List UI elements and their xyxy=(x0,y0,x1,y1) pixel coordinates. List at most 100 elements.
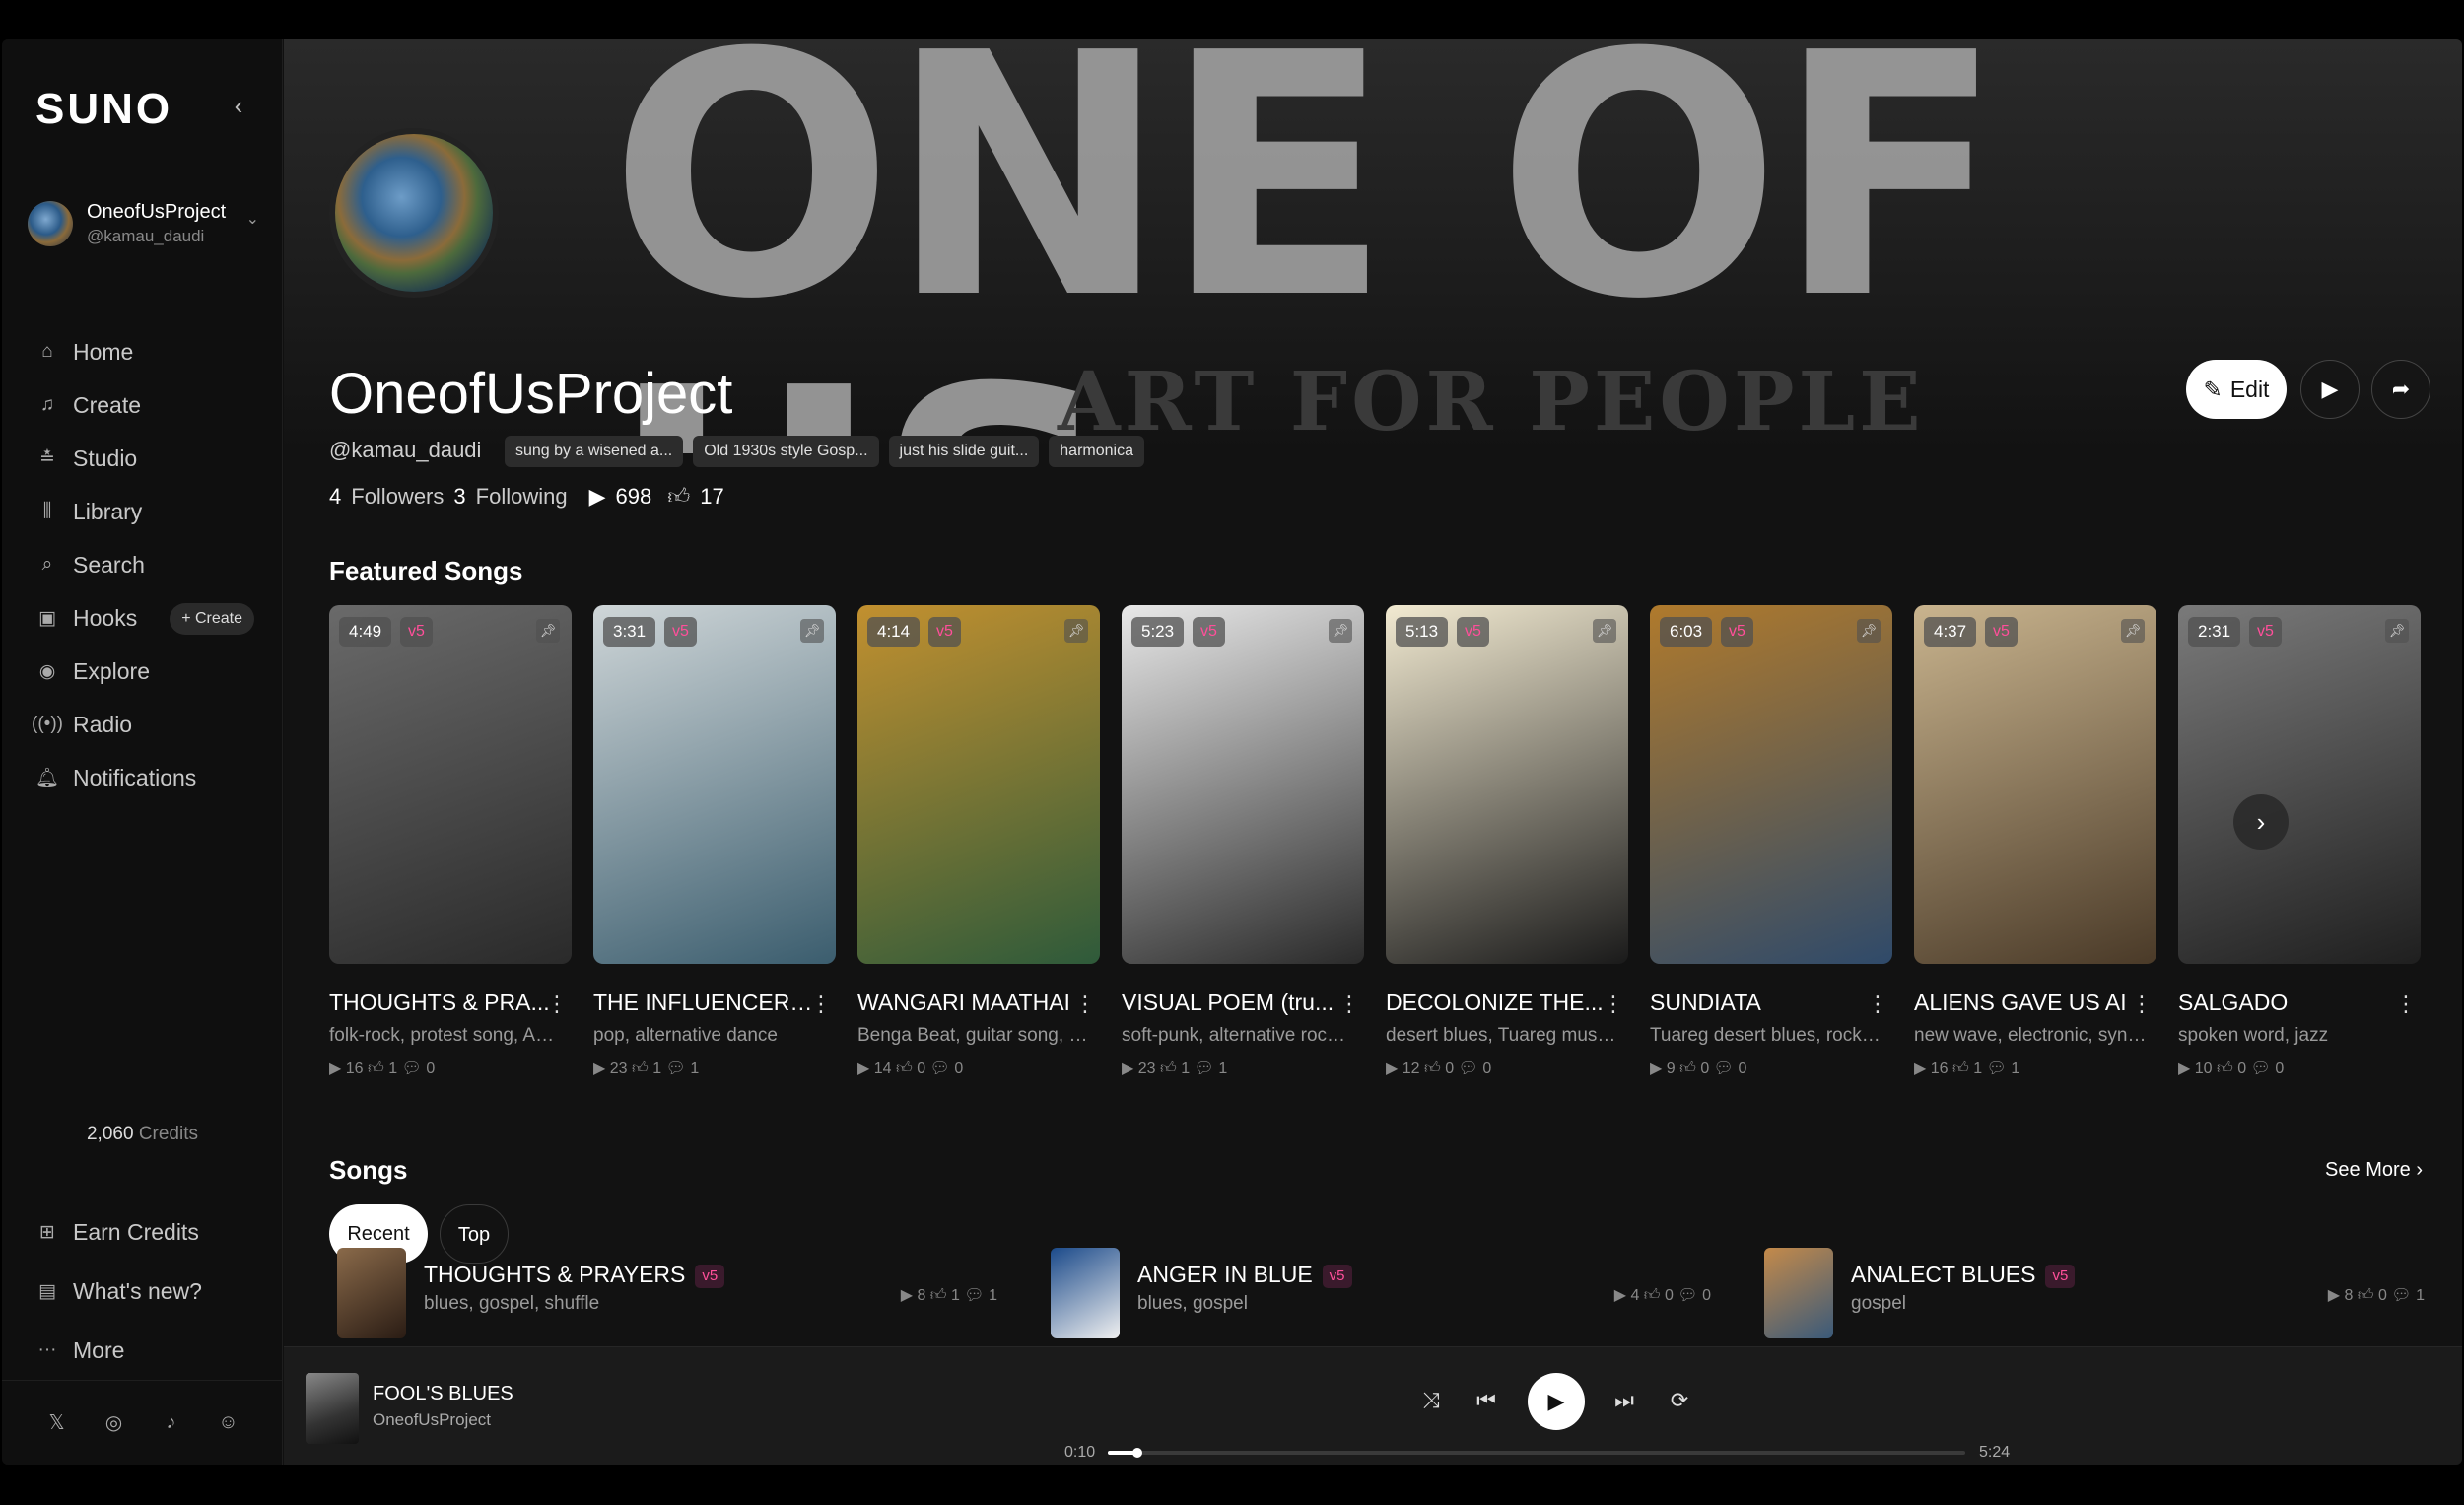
pin-icon[interactable]: 📌︎ xyxy=(800,619,824,643)
song-cover-art[interactable]: 4:14 v5 📌︎ xyxy=(857,605,1100,964)
see-more-label: See More xyxy=(2325,1159,2411,1181)
shuffle-icon[interactable]: ⤨ xyxy=(1415,1385,1447,1416)
comment-icon: 💬︎ xyxy=(1458,1060,1478,1077)
next-icon[interactable]: ⏭︎ xyxy=(1608,1385,1640,1416)
more-options-icon[interactable]: ⋮ xyxy=(1867,992,1888,1017)
song-title[interactable]: DECOLONIZE THE... xyxy=(1386,990,1607,1016)
progress-fill xyxy=(1108,1451,1134,1455)
style-tag[interactable]: harmonica xyxy=(1049,436,1144,467)
song-title[interactable]: THOUGHTS & PRAYERS xyxy=(424,1262,685,1287)
sidebar-item-hooks[interactable]: ▣ Hooks + Create xyxy=(35,591,262,645)
carousel-next-button[interactable]: › xyxy=(2233,794,2289,850)
song-cover-art[interactable]: 6:03 v5 📌︎ xyxy=(1650,605,1892,964)
profile-avatar[interactable] xyxy=(329,128,499,298)
pin-icon[interactable]: 📌︎ xyxy=(1064,619,1088,643)
style-tag[interactable]: Old 1930s style Gosp... xyxy=(693,436,879,467)
discord-icon[interactable]: ☺ xyxy=(217,1411,240,1435)
hooks-create-button[interactable]: + Create xyxy=(170,603,254,635)
sidebar-item-more[interactable]: ··· More xyxy=(35,1321,262,1380)
pin-icon[interactable]: 📌︎ xyxy=(1857,619,1881,643)
song-title[interactable]: ALIENS GAVE US AI xyxy=(1914,990,2135,1016)
pin-icon[interactable]: 📌︎ xyxy=(536,619,560,643)
more-options-icon[interactable]: ⋮ xyxy=(2131,992,2153,1017)
instagram-icon[interactable]: ◎ xyxy=(103,1411,126,1435)
edit-profile-button[interactable]: ✎ Edit xyxy=(2186,360,2287,419)
style-tag[interactable]: sung by a wisened a... xyxy=(505,436,684,467)
following-link[interactable]: Following xyxy=(476,484,568,510)
song-title[interactable]: THE INFLUENCER ... xyxy=(593,990,814,1016)
play-pause-button[interactable]: ▶ xyxy=(1528,1373,1585,1430)
sidebar-item-whats-new[interactable]: ▤ What's new? xyxy=(35,1262,262,1321)
featured-song-card[interactable]: 2:31 v5 📌︎ SALGADO ⋮ spoken word, jazz ▶… xyxy=(2178,605,2421,1077)
featured-song-card[interactable]: 5:23 v5 📌︎ VISUAL POEM (tru... ⋮ soft-pu… xyxy=(1122,605,1364,1077)
see-more-link[interactable]: See More › xyxy=(2325,1159,2423,1182)
pin-icon[interactable]: 📌︎ xyxy=(1329,619,1352,643)
song-cover-art[interactable]: 4:49 v5 📌︎ xyxy=(329,605,572,964)
style-tag[interactable]: just his slide guit... xyxy=(888,436,1040,467)
account-switcher[interactable]: OneofUsProject @kamau_daudi ⌄ xyxy=(28,197,259,252)
more-options-icon[interactable]: ⋮ xyxy=(810,992,832,1017)
song-title[interactable]: SUNDIATA xyxy=(1650,990,1871,1016)
song-list-item[interactable]: ANALECT BLUES v5 gospel ▶ 8 👍︎ 0 💬︎ 1 xyxy=(1754,1248,2444,1342)
more-options-icon[interactable]: ⋮ xyxy=(1074,992,1096,1017)
song-genre: Tuareg desert blues, rock, t... xyxy=(1650,1025,1882,1046)
pencil-icon: ✎ xyxy=(2203,376,2223,402)
progress-bar[interactable] xyxy=(1108,1448,1965,1458)
tiktok-icon[interactable]: ♪ xyxy=(160,1411,183,1435)
pin-icon[interactable]: 📌︎ xyxy=(1593,619,1616,643)
now-playing-artist[interactable]: OneofUsProject xyxy=(373,1410,491,1430)
sidebar-item-library[interactable]: ⫼ Library xyxy=(35,485,262,538)
featured-song-card[interactable]: 4:37 v5 📌︎ ALIENS GAVE US AI ⋮ new wave,… xyxy=(1914,605,2156,1077)
featured-song-card[interactable]: 3:31 v5 📌︎ THE INFLUENCER ... ⋮ pop, alt… xyxy=(593,605,836,1077)
play-all-button[interactable]: ▶ xyxy=(2300,360,2360,419)
edit-label: Edit xyxy=(2229,376,2270,402)
sidebar-item-explore[interactable]: ◉ Explore xyxy=(35,645,262,698)
pin-icon[interactable]: 📌︎ xyxy=(2121,619,2145,643)
featured-song-card[interactable]: 6:03 v5 📌︎ SUNDIATA ⋮ Tuareg desert blue… xyxy=(1650,605,1892,1077)
thumbs-up-icon: 👍︎ xyxy=(1160,1060,1177,1077)
song-title[interactable]: ANGER IN BLUE xyxy=(1137,1262,1313,1287)
sidebar-item-search[interactable]: ⌕ Search xyxy=(35,538,262,591)
more-options-icon[interactable]: ⋮ xyxy=(1603,992,1624,1017)
song-title[interactable]: VISUAL POEM (tru... xyxy=(1122,990,1342,1016)
featured-song-card[interactable]: 4:14 v5 📌︎ WANGARI MAATHAI ⋮ Benga Beat,… xyxy=(857,605,1100,1077)
song-cover-art[interactable]: 5:13 v5 📌︎ xyxy=(1386,605,1628,964)
collapse-sidebar-button[interactable]: ‹ xyxy=(224,91,253,120)
song-title[interactable]: SALGADO xyxy=(2178,990,2399,1016)
song-thumbnail[interactable] xyxy=(1764,1248,1833,1338)
more-options-icon[interactable]: ⋮ xyxy=(2395,992,2417,1017)
song-cover-art[interactable]: 2:31 v5 📌︎ xyxy=(2178,605,2421,964)
featured-song-card[interactable]: 5:13 v5 📌︎ DECOLONIZE THE... ⋮ desert bl… xyxy=(1386,605,1628,1077)
song-list-item[interactable]: ANGER IN BLUE v5 blues, gospel ▶ 4 👍︎ 0 💬… xyxy=(1041,1248,1731,1342)
sidebar-item-earn-credits[interactable]: ⊞ Earn Credits xyxy=(35,1202,262,1262)
x-icon[interactable]: 𝕏 xyxy=(45,1411,69,1435)
song-title[interactable]: THOUGHTS & PRA... xyxy=(329,990,550,1016)
song-list-item[interactable]: THOUGHTS & PRAYERS v5 blues, gospel, shuf… xyxy=(327,1248,1017,1342)
song-title[interactable]: ANALECT BLUES xyxy=(1851,1262,2035,1287)
song-thumbnail[interactable] xyxy=(1051,1248,1120,1338)
sidebar-item-notifications[interactable]: 🔔︎ Notifications xyxy=(35,751,262,804)
sidebar-item-radio[interactable]: ((•)) Radio xyxy=(32,698,262,751)
sidebar-item-create[interactable]: ♫ Create xyxy=(35,378,262,432)
followers-link[interactable]: Followers xyxy=(351,484,444,510)
song-thumbnail[interactable] xyxy=(337,1248,406,1338)
sidebar-item-home[interactable]: ⌂ Home xyxy=(35,325,262,378)
repeat-icon[interactable]: ⟳ xyxy=(1664,1385,1695,1416)
share-button[interactable]: ➦ xyxy=(2371,360,2430,419)
progress-handle[interactable] xyxy=(1132,1448,1142,1458)
song-cover-art[interactable]: 3:31 v5 📌︎ xyxy=(593,605,836,964)
plays-count: 8 xyxy=(917,1287,926,1304)
suno-logo[interactable]: SUNO xyxy=(35,85,172,134)
featured-song-card[interactable]: 4:49 v5 📌︎ THOUGHTS & PRA... ⋮ folk-rock… xyxy=(329,605,572,1077)
more-options-icon[interactable]: ⋮ xyxy=(1338,992,1360,1017)
song-cover-art[interactable]: 5:23 v5 📌︎ xyxy=(1122,605,1364,964)
song-title[interactable]: WANGARI MAATHAI xyxy=(857,990,1078,1016)
now-playing-cover[interactable] xyxy=(306,1373,359,1444)
more-options-icon[interactable]: ⋮ xyxy=(546,992,568,1017)
sidebar-item-studio[interactable]: ≛ Studio xyxy=(35,432,262,485)
now-playing-title[interactable]: FOOL'S BLUES xyxy=(373,1383,513,1405)
song-cover-art[interactable]: 4:37 v5 📌︎ xyxy=(1914,605,2156,964)
previous-icon[interactable]: ⏮︎ xyxy=(1471,1385,1502,1416)
pin-icon[interactable]: 📌︎ xyxy=(2385,619,2409,643)
version-badge: v5 xyxy=(664,617,697,647)
